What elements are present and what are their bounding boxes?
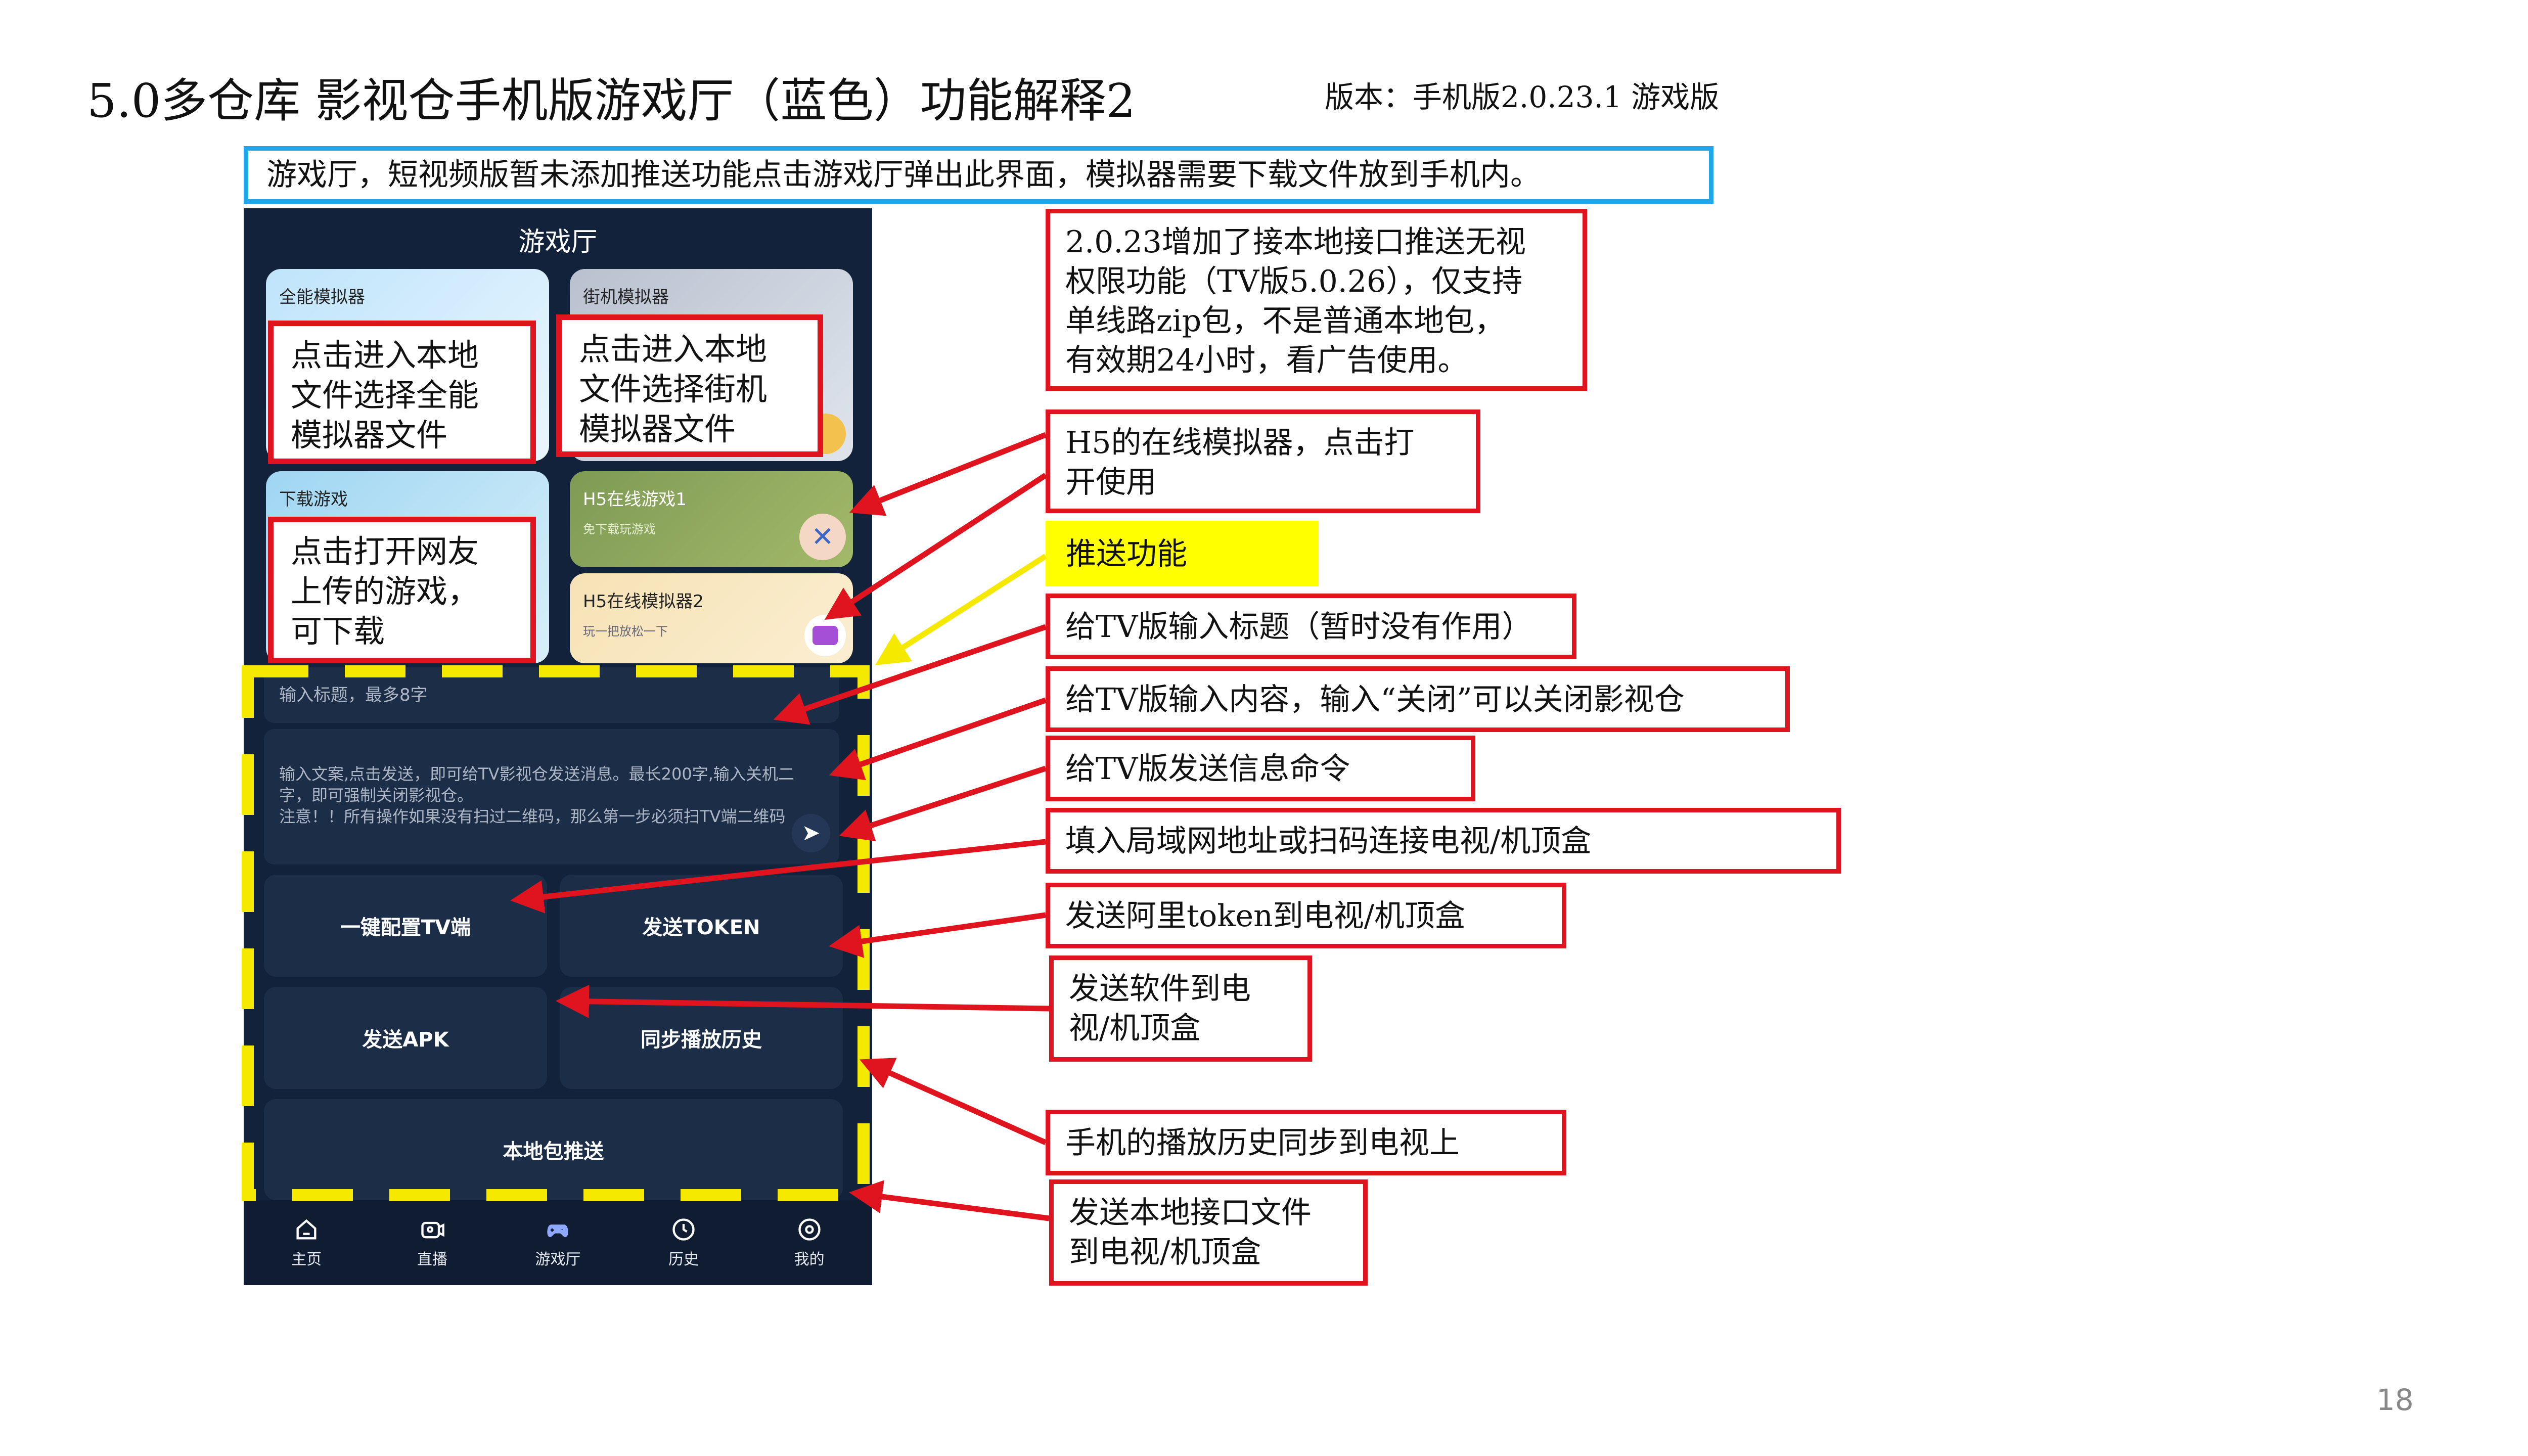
tab-home-label: 主页 xyxy=(291,1251,322,1268)
config-tv-button[interactable]: 一键配置TV端 xyxy=(264,875,547,977)
h5-emulator2-card-title: H5在线模拟器2 xyxy=(583,592,704,612)
tab-live-label: 直播 xyxy=(417,1251,447,1268)
tab-live[interactable]: 直播 xyxy=(370,1200,495,1285)
arrow-push-feature xyxy=(875,554,1047,665)
arrow-sync-history xyxy=(859,1058,1047,1146)
send-token-note: 发送阿里token到电视/机顶盒 xyxy=(1046,883,1566,948)
h5-game1-card[interactable]: H5在线游戏1 免下载玩游戏 ✕ xyxy=(570,471,853,567)
all-emulator-label: 点击进入本地 文件选择全能 模拟器文件 xyxy=(268,321,536,464)
bottom-tab-bar: 主页 直播 游戏厅 历史 我的 xyxy=(244,1200,872,1285)
arrow-h5-game1 xyxy=(849,432,1047,516)
h5-emulator2-card[interactable]: H5在线模拟器2 玩一把放松一下 xyxy=(570,573,853,663)
arrow-tv-send xyxy=(839,765,1047,842)
gamepad-card-icon xyxy=(804,615,846,656)
blue-note: 游戏厅，短视频版暂未添加推送功能点击游戏厅弹出此界面，模拟器需要下载文件放到手机… xyxy=(244,146,1713,204)
send-local-api-note: 发送本地接口文件 到电视/机顶盒 xyxy=(1049,1179,1368,1286)
slide-title: 5.0多仓库 影视仓手机版游戏厅（蓝色）功能解释2 xyxy=(87,74,1136,128)
send-icon[interactable]: ➤ xyxy=(792,814,830,852)
send-apk-note: 发送软件到电 视/机顶盒 xyxy=(1049,956,1312,1062)
sync-history-note: 手机的播放历史同步到电视上 xyxy=(1046,1110,1566,1175)
tab-mine-label: 我的 xyxy=(794,1251,825,1268)
download-games-card-title: 下载游戏 xyxy=(279,489,348,510)
send-apk-button[interactable]: 发送APK xyxy=(264,987,547,1089)
tab-home[interactable]: 主页 xyxy=(244,1200,370,1285)
all-emulator-card-title: 全能模拟器 xyxy=(279,287,365,307)
clock-icon xyxy=(672,1218,695,1241)
gamepad-icon xyxy=(547,1224,569,1238)
tab-game-hall[interactable]: 游戏厅 xyxy=(495,1200,621,1285)
arrow-send-local-api xyxy=(849,1180,1050,1221)
tab-history[interactable]: 历史 xyxy=(621,1200,747,1285)
tv-send-note: 给TV版发送信息命令 xyxy=(1046,736,1475,801)
settings-circle-icon xyxy=(798,1218,821,1241)
arcade-emulator-card-title: 街机模拟器 xyxy=(583,287,669,307)
h5-game1-card-title: H5在线游戏1 xyxy=(583,489,687,510)
game-hall-title: 游戏厅 xyxy=(518,227,598,257)
tv-title-note: 给TV版输入标题（暂时没有作用） xyxy=(1046,594,1576,659)
page-number: 18 xyxy=(2376,1383,2414,1417)
content-placeholder: 输入文案,点击发送，即可给TV影视仓发送消息。最长200字,输入关机二字，即可强… xyxy=(279,764,794,826)
lan-address-note: 填入局域网地址或扫码连接电视/机顶盒 xyxy=(1046,808,1841,874)
tab-mine[interactable]: 我的 xyxy=(746,1200,872,1285)
h5-emulator-note: H5的在线模拟器，点击打 开使用 xyxy=(1046,410,1480,513)
local-push-button[interactable]: 本地包推送 xyxy=(264,1099,843,1200)
tab-history-label: 历史 xyxy=(668,1251,699,1268)
sword-icon: ✕ xyxy=(799,514,846,560)
title-input[interactable]: 输入标题，最多8字 xyxy=(264,667,839,723)
arcade-emulator-label: 点击进入本地 文件选择街机 模拟器文件 xyxy=(556,314,823,457)
send-token-button[interactable]: 发送TOKEN xyxy=(560,875,843,977)
local-api-push-note: 2.0.23增加了接本地接口推送无视 权限功能（TV版5.0.26），仅支持 单… xyxy=(1046,209,1587,391)
home-icon xyxy=(296,1219,317,1240)
sync-history-button[interactable]: 同步播放历史 xyxy=(560,987,843,1089)
phone-screen: 游戏厅 全能模拟器 街机模拟器 下载游戏 H5在线游戏1 免下载玩游戏 ✕ H5… xyxy=(244,208,872,1285)
content-textarea[interactable]: 输入文案,点击发送，即可给TV影视仓发送消息。最长200字,输入关机二字，即可强… xyxy=(264,729,839,864)
download-games-label: 点击打开网友 上传的游戏， 可下载 xyxy=(268,517,536,663)
h5-emulator2-card-subtitle: 玩一把放松一下 xyxy=(583,624,668,639)
version-label: 版本：手机版2.0.23.1 游戏版 xyxy=(1325,80,1720,114)
push-feature-label: 推送功能 xyxy=(1046,521,1319,586)
tv-content-note: 给TV版输入内容，输入“关闭”可以关闭影视仓 xyxy=(1046,666,1790,732)
live-tv-icon xyxy=(421,1221,444,1239)
tab-game-hall-label: 游戏厅 xyxy=(535,1251,581,1268)
